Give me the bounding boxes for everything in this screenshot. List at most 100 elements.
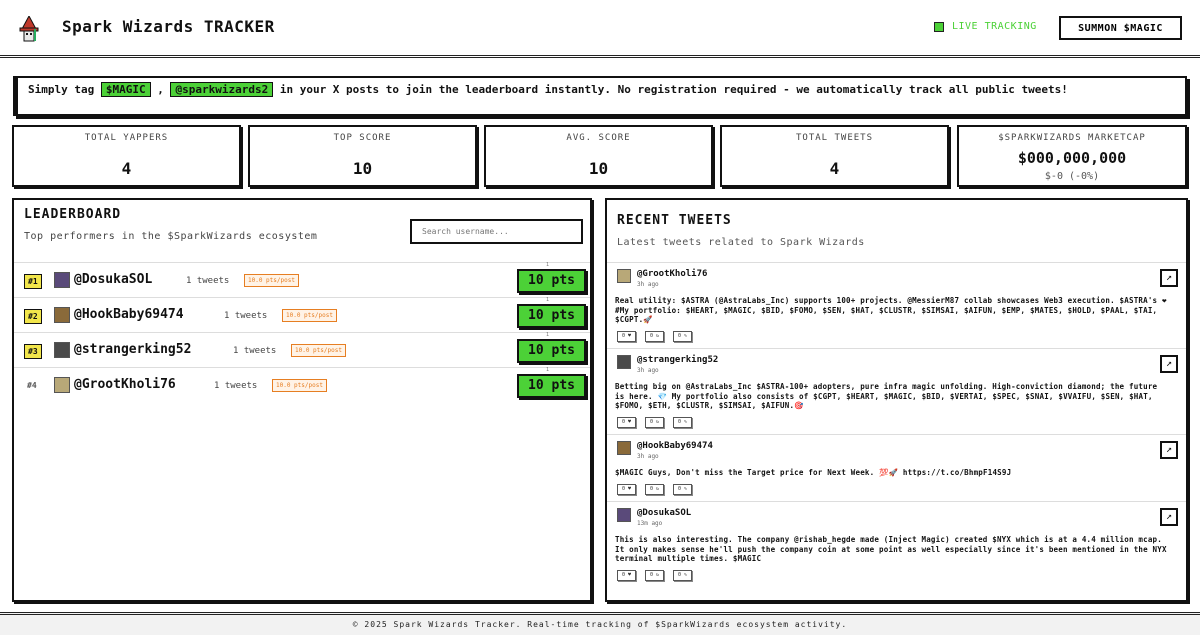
pts-rank-tick: 1 — [546, 297, 550, 303]
recent-tweets-subtitle: Latest tweets related to Spark Wizards — [617, 237, 865, 248]
tweet-list: @GrootKholi76 3h ago ↗ Real utility: $AS… — [607, 262, 1186, 588]
tweet-time: 3h ago — [637, 367, 659, 374]
summon-magic-button[interactable]: SUMMON $MAGIC — [1059, 16, 1182, 40]
magic-tag: $MAGIC — [100, 82, 151, 97]
recent-tweets-title: RECENT TWEETS — [617, 213, 732, 228]
stat-value: 4 — [829, 159, 840, 178]
tweet-count: 1 tweets — [214, 381, 258, 391]
like-button[interactable]: 0 ♥ — [617, 484, 636, 495]
tweet-actions: 0 ♥ 0 ↻ 0 ✎ — [617, 484, 692, 495]
username[interactable]: @GrootKholi76 — [74, 377, 176, 392]
tweet-time: 13m ago — [637, 520, 663, 527]
like-button[interactable]: 0 ♥ — [617, 417, 636, 428]
wizard-icon[interactable] — [18, 16, 40, 42]
leaderboard-subtitle: Top performers in the $SparkWizards ecos… — [24, 231, 318, 242]
stat-total-tweets: TOTAL TWEETS 4 — [720, 125, 949, 187]
leaderboard-row[interactable]: #4 @GrootKholi76 1 tweets 10.0 pts/post … — [14, 367, 590, 403]
like-button[interactable]: 0 ♥ — [617, 570, 636, 581]
points-badge: 10 pts — [517, 304, 586, 328]
tweet-time: 3h ago — [637, 281, 659, 288]
tweet-count: 1 tweets — [224, 311, 268, 321]
tweet-username[interactable]: @HookBaby69474 — [637, 441, 713, 451]
reply-button[interactable]: 0 ✎ — [673, 484, 692, 495]
points-per-post: 10.0 pts/post — [282, 309, 337, 322]
leaderboard-list: #1 @DosukaSOL 1 tweets 10.0 pts/post 1 1… — [14, 262, 590, 403]
live-dot-icon — [934, 21, 944, 32]
tweet-card: @strangerking52 3h ago ↗ Betting big on … — [607, 349, 1186, 435]
tweet-time: 3h ago — [637, 453, 659, 460]
tweet-actions: 0 ♥ 0 ↻ 0 ✎ — [617, 331, 692, 342]
username[interactable]: @HookBaby69474 — [74, 307, 184, 322]
app-title: Spark Wizards TRACKER — [62, 17, 275, 36]
leaderboard-row[interactable]: #1 @DosukaSOL 1 tweets 10.0 pts/post 1 1… — [14, 262, 590, 298]
app-header: Spark Wizards TRACKER LIVE TRACKING SUMM… — [0, 0, 1200, 58]
retweet-button[interactable]: 0 ↻ — [645, 331, 664, 342]
pts-rank-tick: 1 — [546, 332, 550, 338]
retweet-button[interactable]: 0 ↻ — [645, 484, 664, 495]
points-badge: 10 pts — [517, 374, 586, 398]
tweet-count: 1 tweets — [233, 346, 277, 356]
tweet-text: $MAGIC Guys, Don't miss the Target price… — [615, 468, 1012, 477]
points-badge: 10 pts — [517, 269, 586, 293]
rank-badge: #3 — [24, 344, 42, 359]
tweet-count: 1 tweets — [186, 276, 230, 286]
points-badge: 10 pts — [517, 339, 586, 363]
tweet-actions: 0 ♥ 0 ↻ 0 ✎ — [617, 417, 692, 428]
leaderboard-title: LEADERBOARD — [24, 207, 122, 222]
marketcap-value: $000,000,000 — [1017, 149, 1127, 167]
stat-label: AVG. SCORE — [566, 133, 631, 143]
sparkwizards-tag: @sparkwizards2 — [170, 82, 274, 97]
footer: © 2025 Spark Wizards Tracker. Real-time … — [0, 612, 1200, 635]
stat-top-score: TOP SCORE 10 — [248, 125, 477, 187]
tweet-text: Betting big on @AstraLabs_Inc $ASTRA-100… — [615, 382, 1158, 410]
rank-badge: #1 — [24, 274, 42, 289]
marketcap-change: $-0 (-0%) — [1044, 171, 1100, 182]
retweet-button[interactable]: 0 ↻ — [645, 570, 664, 581]
avatar — [54, 377, 70, 393]
reply-button[interactable]: 0 ✎ — [673, 331, 692, 342]
tweet-actions: 0 ♥ 0 ↻ 0 ✎ — [617, 570, 692, 581]
stat-value: 10 — [352, 159, 373, 178]
stat-value: 10 — [588, 159, 609, 178]
tweet-text: This is also interesting. The company @r… — [615, 535, 1167, 563]
username[interactable]: @DosukaSOL — [74, 272, 152, 287]
stat-label: TOTAL TWEETS — [795, 133, 874, 143]
stat-label: TOTAL YAPPERS — [84, 133, 169, 143]
leaderboard-row[interactable]: #3 @strangerking52 1 tweets 10.0 pts/pos… — [14, 332, 590, 368]
tweet-card: @GrootKholi76 3h ago ↗ Real utility: $AS… — [607, 263, 1186, 349]
avatar — [617, 508, 631, 522]
external-link-icon[interactable]: ↗ — [1160, 508, 1178, 526]
tweet-text: Real utility: $ASTRA (@AstraLabs_Inc) su… — [615, 296, 1167, 324]
live-tracking-indicator: LIVE TRACKING — [934, 21, 1037, 32]
tweet-username[interactable]: @strangerking52 — [637, 355, 718, 365]
external-link-icon[interactable]: ↗ — [1160, 355, 1178, 373]
leaderboard-panel: LEADERBOARD Top performers in the $Spark… — [12, 198, 592, 602]
reply-button[interactable]: 0 ✎ — [673, 570, 692, 581]
banner-separator: , — [157, 83, 164, 96]
banner-text-end: in your X posts to join the leaderboard … — [279, 83, 1068, 96]
recent-tweets-panel: RECENT TWEETS Latest tweets related to S… — [605, 198, 1188, 602]
stat-avg-score: AVG. SCORE 10 — [484, 125, 713, 187]
points-per-post: 10.0 pts/post — [291, 344, 346, 357]
reply-button[interactable]: 0 ✎ — [673, 417, 692, 428]
rank-badge: #4 — [27, 381, 37, 390]
external-link-icon[interactable]: ↗ — [1160, 441, 1178, 459]
avatar — [617, 355, 631, 369]
like-button[interactable]: 0 ♥ — [617, 331, 636, 342]
leaderboard-row[interactable]: #2 @HookBaby69474 1 tweets 10.0 pts/post… — [14, 297, 590, 333]
avatar — [617, 441, 631, 455]
avatar — [54, 307, 70, 323]
external-link-icon[interactable]: ↗ — [1160, 269, 1178, 287]
retweet-button[interactable]: 0 ↻ — [645, 417, 664, 428]
avatar — [617, 269, 631, 283]
stat-label: TOP SCORE — [333, 133, 392, 143]
avatar — [54, 342, 70, 358]
tweet-card: @HookBaby69474 3h ago ↗ $MAGIC Guys, Don… — [607, 435, 1186, 502]
tweet-card: @DosukaSOL 13m ago ↗ This is also intere… — [607, 502, 1186, 588]
search-username-input[interactable] — [410, 219, 583, 244]
username[interactable]: @strangerking52 — [74, 342, 191, 357]
tweet-username[interactable]: @GrootKholi76 — [637, 269, 707, 279]
tweet-username[interactable]: @DosukaSOL — [637, 508, 691, 518]
stat-value: 4 — [121, 159, 132, 178]
marketcap-label: $SPARKWIZARDS MARKETCAP — [998, 133, 1146, 143]
